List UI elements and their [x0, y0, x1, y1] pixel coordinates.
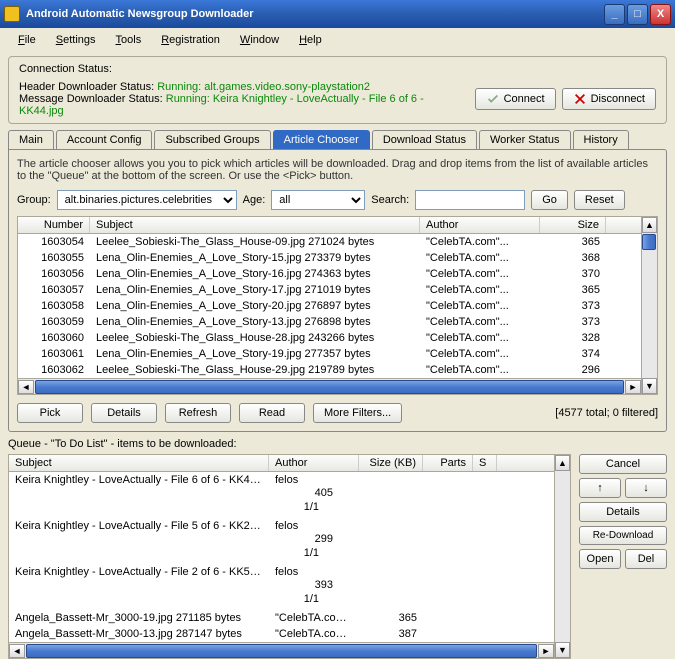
qcol-s[interactable]: S	[473, 455, 497, 471]
scroll-up-icon[interactable]: ▲	[555, 455, 570, 471]
age-select[interactable]: all	[271, 190, 365, 210]
filter-status-text: [4577 total; 0 filtered]	[555, 407, 658, 419]
menubar: File Settings Tools Registration Window …	[0, 28, 675, 52]
table-row[interactable]: Keira Knightley - LoveActually - File 5 …	[9, 518, 554, 564]
pick-button[interactable]: Pick	[17, 403, 83, 423]
read-button[interactable]: Read	[239, 403, 305, 423]
go-button[interactable]: Go	[531, 190, 568, 210]
menu-tools[interactable]: Tools	[108, 32, 150, 48]
scroll-thumb[interactable]	[26, 644, 537, 658]
more-filters-button[interactable]: More Filters...	[313, 403, 402, 423]
col-author[interactable]: Author	[420, 217, 540, 233]
qcol-size[interactable]: Size (KB)	[359, 455, 423, 471]
redownload-button[interactable]: Re-Download	[579, 526, 667, 545]
hdr-dl-status: Running: alt.games.video.sony-playstatio…	[157, 81, 370, 93]
connection-panel: Connection Status: Header Downloader Sta…	[8, 56, 667, 124]
qcol-parts[interactable]: Parts	[423, 455, 473, 471]
group-select[interactable]: alt.binaries.pictures.celebrities	[57, 190, 237, 210]
qcol-subject[interactable]: Subject	[9, 455, 269, 471]
col-size[interactable]: Size	[540, 217, 606, 233]
table-row[interactable]: 1603054Leelee_Sobieski-The_Glass_House-0…	[18, 234, 641, 250]
tab-subscribed-groups[interactable]: Subscribed Groups	[154, 130, 270, 149]
queue-body: Keira Knightley - LoveActually - File 6 …	[8, 472, 555, 643]
connection-heading: Connection Status:	[19, 63, 656, 75]
scroll-up-icon[interactable]: ▲	[642, 217, 657, 233]
article-chooser-panel: The article chooser allows you you to pi…	[8, 149, 667, 432]
table-row[interactable]: 1603055Lena_Olin-Enemies_A_Love_Story-15…	[18, 250, 641, 266]
queue-hscroll[interactable]: ◄ ►	[8, 643, 555, 659]
col-subject[interactable]: Subject	[90, 217, 420, 233]
open-button[interactable]: Open	[579, 549, 621, 569]
menu-file[interactable]: File	[10, 32, 44, 48]
table-row[interactable]: Keira Knightley - LoveActually - File 2 …	[9, 564, 554, 610]
menu-help[interactable]: Help	[291, 32, 330, 48]
scroll-left-icon[interactable]: ◄	[18, 380, 34, 394]
scroll-thumb[interactable]	[35, 380, 624, 394]
tab-strip: Main Account Config Subscribed Groups Ar…	[8, 130, 667, 149]
table-row[interactable]: 1603061Lena_Olin-Enemies_A_Love_Story-19…	[18, 346, 641, 362]
articles-body: 1603054Leelee_Sobieski-The_Glass_House-0…	[17, 234, 642, 379]
tab-article-chooser[interactable]: Article Chooser	[273, 130, 370, 149]
connect-button[interactable]: Connect	[475, 88, 556, 110]
msg-dl-label: Message Downloader Status:	[19, 93, 163, 105]
table-row[interactable]: 1603058Lena_Olin-Enemies_A_Love_Story-20…	[18, 298, 641, 314]
table-row[interactable]: 1603059Lena_Olin-Enemies_A_Love_Story-13…	[18, 314, 641, 330]
col-number[interactable]: Number	[18, 217, 90, 233]
disconnect-button[interactable]: Disconnect	[562, 88, 656, 110]
window-title: Android Automatic Newsgroup Downloader	[26, 8, 604, 20]
tab-account-config[interactable]: Account Config	[56, 130, 153, 149]
instructions-text: The article chooser allows you you to pi…	[17, 158, 658, 182]
table-row[interactable]: Angela_Bassett-Mr_3000-19.jpg 271185 byt…	[9, 610, 554, 626]
queue-heading: Queue - "To Do List" - items to be downl…	[8, 438, 667, 450]
search-input[interactable]	[415, 190, 525, 210]
tab-worker-status[interactable]: Worker Status	[479, 130, 571, 149]
move-down-button[interactable]: ↓	[625, 478, 667, 498]
reset-button[interactable]: Reset	[574, 190, 625, 210]
check-icon	[486, 92, 500, 106]
scroll-right-icon[interactable]: ►	[625, 380, 641, 394]
close-button[interactable]: X	[650, 4, 671, 25]
scroll-down-icon[interactable]: ▼	[555, 642, 570, 658]
vscroll-thumb[interactable]	[642, 234, 656, 250]
table-row[interactable]: 1603057Lena_Olin-Enemies_A_Love_Story-17…	[18, 282, 641, 298]
del-button[interactable]: Del	[625, 549, 667, 569]
table-row[interactable]: 1603062Leelee_Sobieski-The_Glass_House-2…	[18, 362, 641, 378]
cancel-button[interactable]: Cancel	[579, 454, 667, 474]
hdr-dl-label: Header Downloader Status:	[19, 81, 154, 93]
qcol-author[interactable]: Author	[269, 455, 359, 471]
tab-history[interactable]: History	[573, 130, 629, 149]
queue-header: Subject Author Size (KB) Parts S	[8, 454, 555, 472]
details-button[interactable]: Details	[91, 403, 157, 423]
menu-registration[interactable]: Registration	[153, 32, 228, 48]
menu-settings[interactable]: Settings	[48, 32, 104, 48]
refresh-button[interactable]: Refresh	[165, 403, 231, 423]
queue-details-button[interactable]: Details	[579, 502, 667, 522]
scroll-right-icon[interactable]: ►	[538, 644, 554, 658]
group-label: Group:	[17, 194, 51, 206]
articles-hscroll[interactable]: ◄ ►	[17, 379, 642, 395]
search-label: Search:	[371, 194, 409, 206]
scroll-down-icon[interactable]: ▼	[642, 378, 657, 394]
table-row[interactable]: 1603060Leelee_Sobieski-The_Glass_House-2…	[18, 330, 641, 346]
minimize-button[interactable]: _	[604, 4, 625, 25]
articles-header: Number Subject Author Size	[17, 216, 642, 234]
articles-vscroll[interactable]: ▲ ▼	[642, 216, 658, 395]
x-icon	[573, 92, 587, 106]
scroll-left-icon[interactable]: ◄	[9, 644, 25, 658]
table-row[interactable]: 1603056Lena_Olin-Enemies_A_Love_Story-16…	[18, 266, 641, 282]
tab-main[interactable]: Main	[8, 130, 54, 149]
tab-download-status[interactable]: Download Status	[372, 130, 477, 149]
move-up-button[interactable]: ↑	[579, 478, 621, 498]
maximize-button[interactable]: □	[627, 4, 648, 25]
menu-window[interactable]: Window	[232, 32, 287, 48]
titlebar: Android Automatic Newsgroup Downloader _…	[0, 0, 675, 28]
age-label: Age:	[243, 194, 266, 206]
queue-vscroll[interactable]: ▲ ▼	[555, 454, 571, 659]
table-row[interactable]: Keira Knightley - LoveActually - File 6 …	[9, 472, 554, 518]
app-icon	[4, 6, 20, 22]
